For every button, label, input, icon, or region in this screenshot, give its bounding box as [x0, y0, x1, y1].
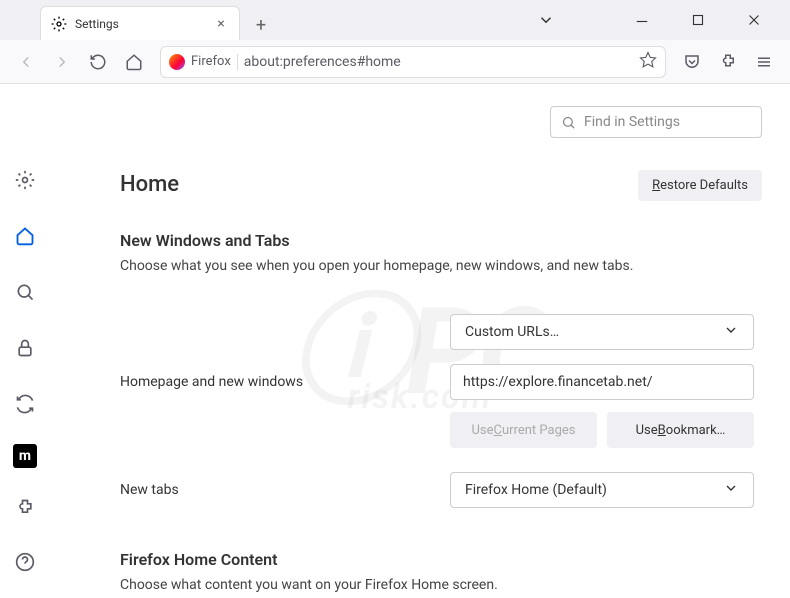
bookmark-star-icon[interactable] — [639, 51, 657, 73]
reload-button[interactable] — [82, 46, 114, 78]
search-placeholder: Find in Settings — [584, 114, 680, 130]
close-icon[interactable]: × — [213, 16, 229, 32]
url-text: about:preferences#home — [244, 54, 633, 70]
identity-label: Firefox — [191, 54, 231, 69]
tab-label: Settings — [75, 17, 205, 31]
sidenav-sync[interactable] — [9, 388, 41, 420]
section-new-windows-desc: Choose what you see when you open your h… — [120, 258, 754, 274]
settings-sidenav: m — [0, 84, 50, 598]
sidenav-more-from-mozilla[interactable]: m — [13, 444, 37, 468]
newtabs-label: New tabs — [120, 482, 430, 498]
homepage-mode-value: Custom URLs… — [465, 324, 559, 340]
sidenav-extensions[interactable] — [9, 492, 41, 524]
restore-defaults-button[interactable]: Restore Defaults — [638, 170, 762, 201]
minimize-button[interactable] — [624, 5, 660, 35]
browser-tab[interactable]: Settings × — [40, 6, 240, 40]
sidenav-general[interactable] — [9, 164, 41, 196]
extensions-button[interactable] — [712, 46, 744, 78]
home-button[interactable] — [118, 46, 150, 78]
menu-button[interactable] — [748, 46, 780, 78]
homepage-label: Homepage and new windows — [120, 374, 430, 390]
use-current-pages-button[interactable]: Use Current Pages — [450, 412, 597, 448]
forward-button[interactable] — [46, 46, 78, 78]
identity-box[interactable]: Firefox — [169, 54, 238, 70]
toolbar: Firefox about:preferences#home — [0, 40, 790, 84]
sidenav-search[interactable] — [9, 276, 41, 308]
close-window-button[interactable] — [736, 5, 772, 35]
newtabs-mode-value: Firefox Home (Default) — [465, 482, 607, 498]
firefox-logo-icon — [169, 54, 185, 70]
newtabs-mode-select[interactable]: Firefox Home (Default) — [450, 472, 754, 508]
sidenav-home[interactable] — [9, 220, 41, 252]
homepage-mode-select[interactable]: Custom URLs… — [450, 314, 754, 350]
gear-icon — [51, 16, 67, 32]
sidenav-privacy[interactable] — [9, 332, 41, 364]
window-controls — [528, 0, 790, 40]
tablist-chevron-icon[interactable] — [528, 5, 564, 35]
maximize-button[interactable] — [680, 5, 716, 35]
tab-bar: Settings × + — [0, 0, 790, 40]
section-new-windows-title: New Windows and Tabs — [120, 231, 754, 250]
pocket-button[interactable] — [676, 46, 708, 78]
url-bar[interactable]: Firefox about:preferences#home — [160, 46, 666, 78]
section-home-content-desc: Choose what content you want on your Fir… — [120, 577, 754, 593]
back-button[interactable] — [10, 46, 42, 78]
settings-main: ⓘPC risk.com Find in Settings Home Resto… — [50, 84, 790, 598]
chevron-down-icon — [723, 322, 739, 342]
chevron-down-icon — [723, 480, 739, 500]
new-tab-button[interactable]: + — [246, 10, 276, 40]
settings-search[interactable]: Find in Settings — [550, 106, 762, 138]
content-area: m ⓘPC risk.com Find in Settings Home Res… — [0, 84, 790, 598]
section-home-content-title: Firefox Home Content — [120, 550, 754, 569]
use-bookmark-button[interactable]: Use Bookmark… — [607, 412, 754, 448]
sidenav-help[interactable] — [9, 546, 41, 578]
homepage-url-input[interactable] — [450, 364, 754, 400]
